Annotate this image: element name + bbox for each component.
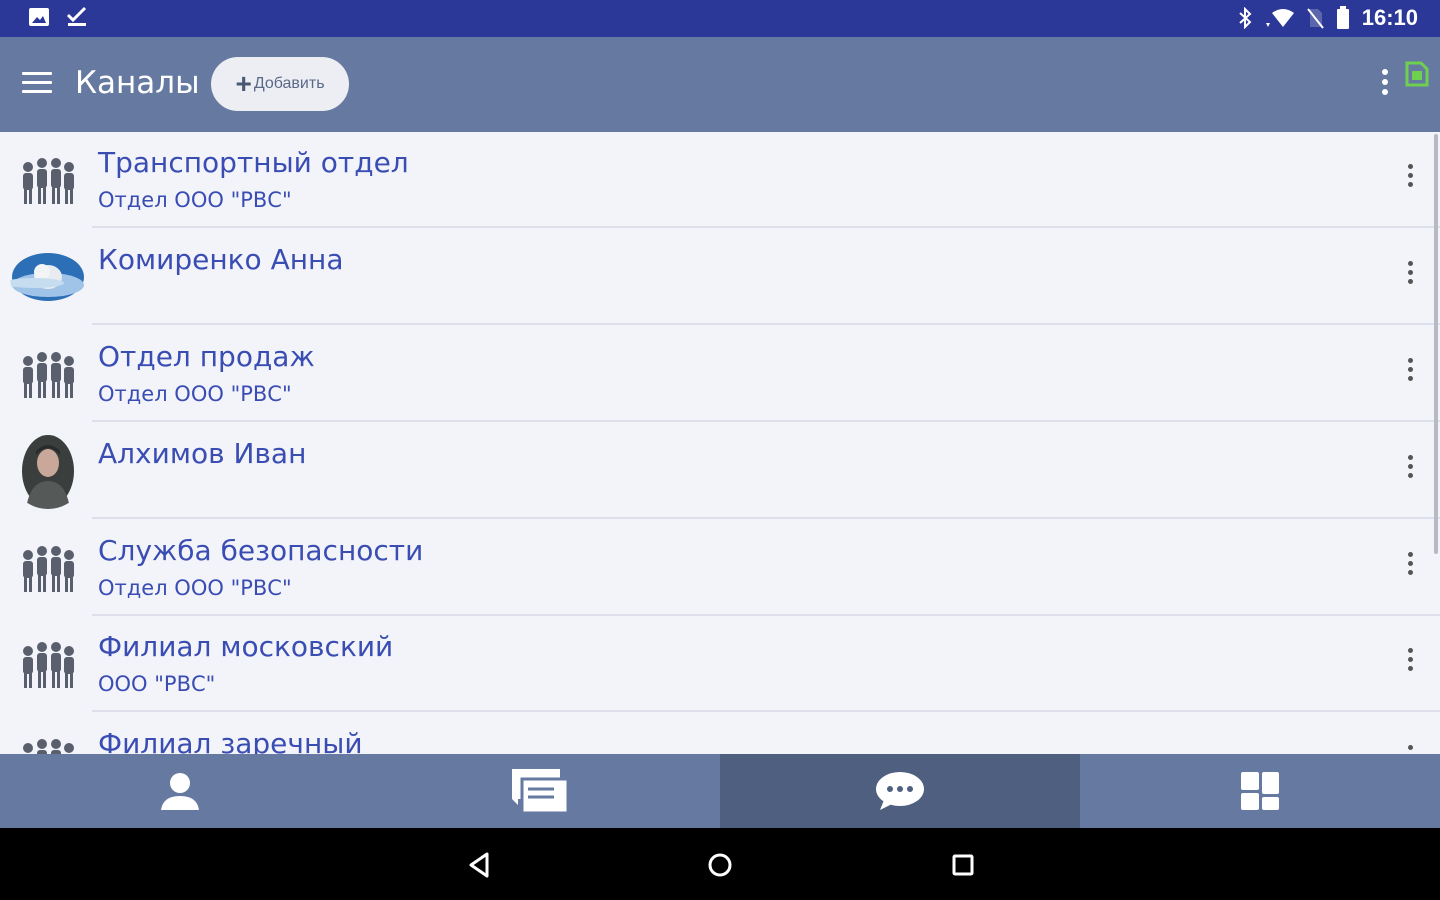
divider <box>92 420 1440 422</box>
status-notifications <box>28 6 88 28</box>
group-icon <box>10 626 86 702</box>
channel-title: Транспортный отдел <box>98 146 409 179</box>
list-item[interactable]: Комиренко Анна <box>0 229 1440 325</box>
bluetooth-icon <box>1239 7 1252 29</box>
tab-contacts[interactable] <box>0 754 360 828</box>
group-icon <box>10 530 86 606</box>
back-icon[interactable] <box>464 850 494 880</box>
plus-icon: + <box>235 68 252 99</box>
status-bar: 16:10 <box>0 0 1440 37</box>
channel-title: Отдел продаж <box>98 340 315 373</box>
person-icon <box>161 773 199 810</box>
dashboard-icon <box>1241 772 1279 810</box>
add-button-label: Добавить <box>253 75 325 92</box>
more-options-icon[interactable] <box>1377 69 1393 103</box>
tab-messages[interactable] <box>360 754 720 828</box>
avatar <box>10 433 86 509</box>
group-icon <box>10 723 86 754</box>
item-more-icon[interactable] <box>1402 358 1418 392</box>
battery-icon <box>1336 6 1349 29</box>
tab-dashboard[interactable] <box>1080 754 1440 828</box>
app-bar: Каналы + Добавить <box>0 37 1440 132</box>
group-icon <box>10 336 86 412</box>
list-item[interactable]: Филиал московский ООО "РВС" <box>0 616 1440 712</box>
list-item[interactable]: Филиал заречный <box>0 713 1440 754</box>
divider <box>92 323 1440 325</box>
channel-title: Филиал московский <box>98 630 394 663</box>
channel-title: Алхимов Иван <box>98 437 307 470</box>
channel-subtitle: Отдел ООО "РВС" <box>98 382 292 406</box>
item-more-icon[interactable] <box>1402 648 1418 682</box>
sim-card-icon[interactable] <box>1405 59 1429 87</box>
bottom-navigation <box>0 754 1440 828</box>
list-item[interactable]: Транспортный отдел Отдел ООО "РВС" <box>0 132 1440 228</box>
tab-channels[interactable] <box>720 754 1080 828</box>
channel-title: Комиренко Анна <box>98 243 344 276</box>
item-more-icon[interactable] <box>1402 261 1418 295</box>
page-title: Каналы <box>75 65 200 101</box>
messages-icon <box>512 769 570 815</box>
divider <box>92 710 1440 712</box>
channel-subtitle: ООО "РВС" <box>98 672 216 696</box>
item-more-icon[interactable] <box>1402 455 1418 489</box>
list-item[interactable]: Отдел продаж Отдел ООО "РВС" <box>0 326 1440 422</box>
item-more-icon[interactable] <box>1402 552 1418 586</box>
channel-list[interactable]: Транспортный отдел Отдел ООО "РВС" Комир… <box>0 132 1440 754</box>
list-item[interactable]: Алхимов Иван <box>0 423 1440 519</box>
no-sim-icon <box>1306 8 1324 29</box>
check-notification-icon <box>66 6 87 26</box>
channel-title: Служба безопасности <box>98 534 424 567</box>
image-notification-icon <box>29 8 49 26</box>
wifi-icon <box>1265 9 1294 27</box>
channel-subtitle: Отдел ООО "РВС" <box>98 576 292 600</box>
group-icon <box>10 142 86 218</box>
divider <box>92 226 1440 228</box>
hamburger-menu-icon[interactable] <box>22 72 52 96</box>
clock: 16:10 <box>1361 5 1418 30</box>
status-system-icons: 16:10 <box>1238 5 1418 31</box>
scrollbar[interactable] <box>1434 134 1438 554</box>
channel-subtitle: Отдел ООО "РВС" <box>98 188 292 212</box>
list-item[interactable]: Служба безопасности Отдел ООО "РВС" <box>0 520 1440 616</box>
chat-bubble-icon <box>876 772 924 810</box>
channel-title: Филиал заречный <box>98 727 363 754</box>
item-more-icon[interactable] <box>1402 745 1418 754</box>
recents-icon[interactable] <box>948 850 978 880</box>
home-icon[interactable] <box>705 850 735 880</box>
item-more-icon[interactable] <box>1402 164 1418 198</box>
add-channel-button[interactable]: + Добавить <box>211 57 349 111</box>
system-navigation-bar <box>0 828 1440 900</box>
avatar <box>10 239 86 315</box>
divider <box>92 517 1440 519</box>
